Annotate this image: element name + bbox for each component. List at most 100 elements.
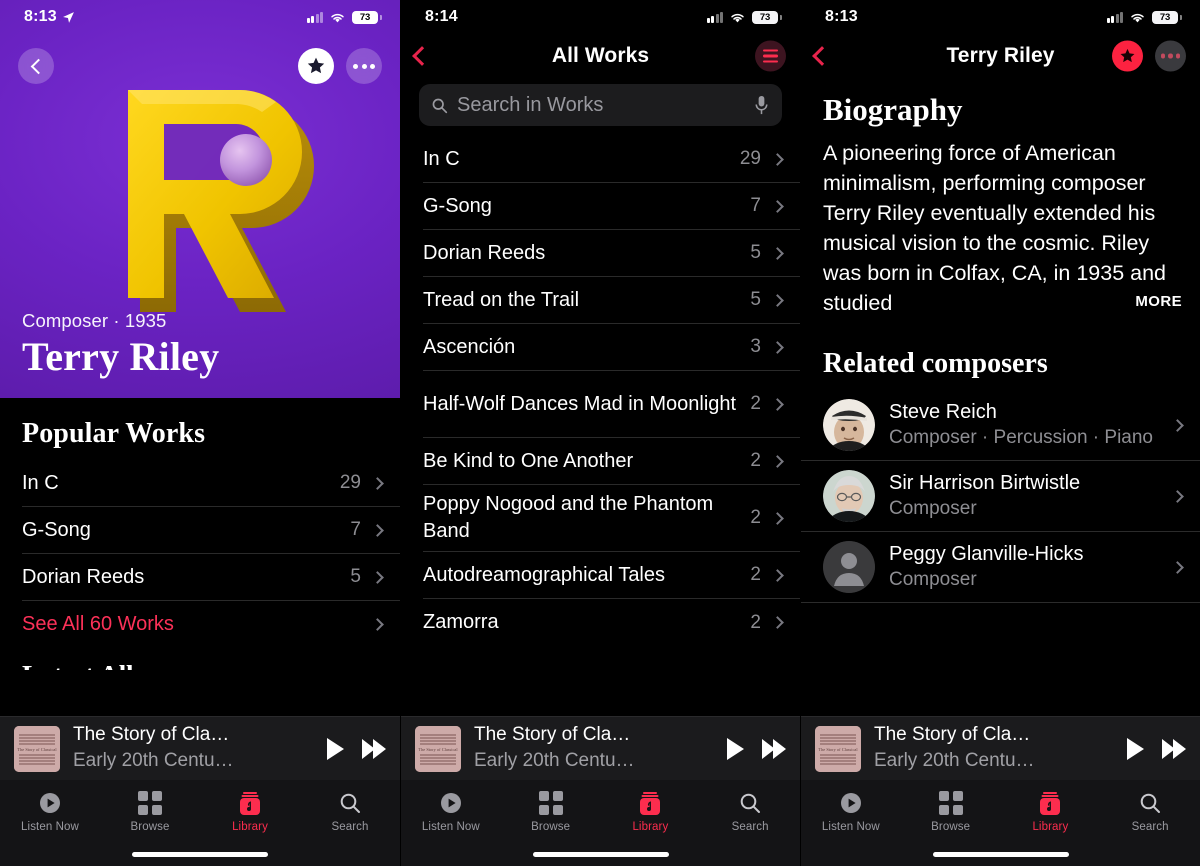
fast-forward-icon[interactable] [1162, 738, 1186, 759]
work-row[interactable]: Dorian Reeds 5 [423, 230, 800, 277]
back-button[interactable] [412, 46, 432, 66]
composer-subtitle: Composer · 1935 [22, 310, 167, 331]
search-input[interactable]: Search in Works [419, 84, 782, 126]
cellular-signal-icon [306, 11, 323, 23]
work-title: Ascención [423, 335, 516, 358]
back-button[interactable] [18, 48, 54, 84]
now-playing-artwork: The Story of Classical [415, 725, 461, 772]
see-all-works-link[interactable]: See All 60 Works [22, 601, 400, 648]
composer-row[interactable]: Peggy Glanville-Hicks Composer [801, 532, 1200, 603]
now-playing-subtitle: Early 20th Centu… [874, 750, 1035, 772]
status-indicators: 73 [1106, 10, 1182, 24]
library-music-icon [1039, 790, 1061, 816]
work-title: Be Kind to One Another [423, 449, 634, 472]
tab-library[interactable]: Library [200, 790, 300, 833]
tab-listen-now[interactable]: Listen Now [0, 790, 100, 833]
more-options-button[interactable] [346, 48, 382, 84]
home-indicator [532, 852, 669, 857]
work-count: 5 [750, 242, 761, 263]
work-row[interactable]: Zamorra 2 [423, 599, 800, 646]
work-count: 2 [750, 507, 761, 528]
svg-text:The Story of Classical: The Story of Classical [818, 747, 858, 752]
mini-player[interactable]: The Story of Classical The Story of Cla…… [401, 716, 800, 780]
work-row[interactable]: Tread on the Trail 5 [423, 277, 800, 324]
more-options-button[interactable] [1155, 40, 1186, 72]
composer-info: Steve Reich Composer · Percussion · Pian… [889, 399, 1173, 451]
more-button[interactable]: MORE [1123, 287, 1182, 317]
status-indicators: 73 [706, 10, 782, 24]
tab-listen-now[interactable]: Listen Now [801, 790, 901, 833]
composer-name: Steve Reich [889, 401, 997, 424]
mini-player[interactable]: The Story of Classical The Story of Cla…… [801, 716, 1200, 780]
now-playing-artwork: The Story of Classical [815, 725, 861, 772]
popular-works-section: Popular Works In C 29 G-Song 7 Dorian Re… [0, 398, 400, 670]
grid-icon [938, 790, 963, 816]
tab-label: Search [331, 821, 369, 833]
wifi-icon [331, 13, 344, 22]
tab-label: Listen Now [821, 821, 880, 833]
location-arrow-icon [62, 11, 74, 23]
fast-forward-icon[interactable] [762, 738, 786, 759]
work-title: Dorian Reeds [423, 241, 546, 264]
library-music-icon [239, 790, 261, 816]
work-row[interactable]: In C 29 [22, 460, 400, 507]
composer-row[interactable]: Sir Harrison Birtwistle Composer [801, 461, 1200, 532]
panel-all-works: 8:14 73 All Works Search in Works In C 2… [400, 0, 800, 866]
ellipsis-icon [1160, 53, 1166, 59]
tab-search[interactable]: Search [1100, 790, 1200, 833]
wifi-icon [731, 13, 744, 22]
work-row[interactable]: Dorian Reeds 5 [22, 554, 400, 601]
play-icon[interactable] [727, 737, 744, 760]
work-row[interactable]: G-Song 7 [22, 507, 400, 554]
nav-actions [755, 40, 786, 72]
work-row[interactable]: In C 29 [423, 136, 800, 183]
composer-name: Peggy Glanville-Hicks [889, 543, 1084, 566]
tab-search[interactable]: Search [700, 790, 800, 833]
cellular-signal-icon [706, 11, 723, 23]
work-row[interactable]: Be Kind to One Another 2 [423, 438, 800, 485]
now-playing-title: The Story of Cla… [474, 724, 631, 746]
now-playing-artwork: The Story of Classical [14, 725, 60, 772]
nav-title: Terry Riley [946, 44, 1055, 67]
now-playing-title: The Story of Cla… [874, 724, 1031, 746]
play-icon[interactable] [327, 737, 344, 760]
work-row[interactable]: Poppy Nogood and the Phantom Band 2 [423, 485, 800, 552]
tab-browse[interactable]: Browse [501, 790, 601, 833]
microphone-icon[interactable] [753, 95, 770, 116]
favorite-button[interactable] [298, 48, 334, 84]
panel-composer-detail: 8:13 73 Composer · 1935 Terry Riley Popu… [0, 0, 400, 866]
chevron-right-icon [371, 570, 384, 584]
battery-level: 73 [359, 11, 371, 23]
favorite-button[interactable] [1112, 40, 1143, 72]
mini-player[interactable]: The Story of Classical The Story of Cla…… [0, 716, 400, 780]
filter-button[interactable] [755, 40, 786, 72]
status-time-group: 8:13 [825, 8, 858, 26]
work-row[interactable]: Autodreamographical Tales 2 [423, 552, 800, 599]
back-button[interactable] [812, 46, 832, 66]
play-icon[interactable] [1127, 737, 1144, 760]
search-placeholder: Search in Works [457, 93, 604, 116]
status-bar: 8:13 73 [0, 0, 400, 34]
tab-search[interactable]: Search [300, 790, 400, 833]
work-row[interactable]: Ascención 3 [423, 324, 800, 371]
composer-row[interactable]: Steve Reich Composer · Percussion · Pian… [801, 390, 1200, 461]
tab-label: Search [1131, 821, 1169, 833]
tab-browse[interactable]: Browse [901, 790, 1001, 833]
svg-text:The Story of Classical: The Story of Classical [418, 747, 458, 752]
tab-listen-now[interactable]: Listen Now [401, 790, 501, 833]
work-title: G-Song [423, 194, 492, 217]
tab-label: Listen Now [21, 821, 79, 833]
ellipsis-icon [353, 63, 375, 69]
biography-text-wrap: A pioneering force of American minimalis… [801, 138, 1200, 318]
work-title: Half-Wolf Dances Mad in Moonlight [423, 392, 737, 415]
chevron-right-icon [771, 340, 784, 354]
fast-forward-icon[interactable] [362, 738, 386, 759]
tab-label: Library [632, 821, 669, 833]
work-title: G-Song [22, 518, 91, 541]
tab-library[interactable]: Library [1001, 790, 1101, 833]
work-row[interactable]: Half-Wolf Dances Mad in Moonlight 2 [423, 371, 800, 438]
work-row[interactable]: G-Song 7 [423, 183, 800, 230]
avatar [823, 470, 875, 522]
tab-library[interactable]: Library [601, 790, 701, 833]
tab-browse[interactable]: Browse [100, 790, 200, 833]
